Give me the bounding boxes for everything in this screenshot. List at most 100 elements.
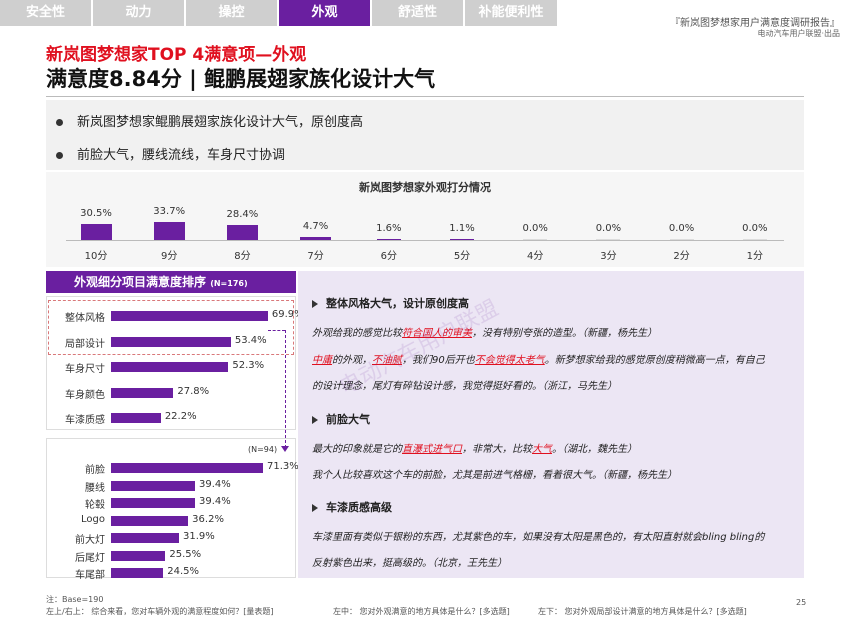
rank-value-label: 39.4% (198, 478, 231, 490)
bullet-item: 前脸大气，腰线流线，车身尺寸协调 (56, 144, 285, 163)
rank-category-label: 腰线 (85, 482, 105, 494)
quote-heading: 车漆质感高级 (312, 499, 392, 515)
tab-comfort[interactable]: 舒适性 (372, 0, 463, 26)
rank-bar (111, 463, 263, 473)
bullet-item: 新岚图梦想家鲲鹏展翅家族化设计大气，原创度高 (56, 111, 363, 130)
dist-value-label: 1.6% (376, 223, 402, 234)
ranking-n: (N=176) (210, 279, 248, 288)
dist-category-label: 8分 (234, 251, 251, 262)
rank-category-label: 车尾部 (75, 570, 105, 581)
summary-bullets: 新岚图梦想家鲲鹏展翅家族化设计大气，原创度高 前脸大气，腰线流线，车身尺寸协调 (46, 100, 804, 170)
quote-text: 我个人比较喜欢这个车的前脸，尤其是前进气格栅，看着很大气。（新疆，杨先生） (312, 470, 677, 481)
footnote-q2: 左中： 您对外观满意的地方具体是什么？[多选题] (333, 607, 510, 616)
dist-category-label: 9分 (161, 251, 178, 262)
rank-category-label: 车身颜色 (65, 389, 105, 401)
rank-category-label: 前脸 (85, 465, 105, 476)
dist-bar (300, 237, 332, 240)
quote-text: 外观给我的感觉比较符合国人的审美，没有特别夸张的造型。（新疆，杨先生） (312, 328, 657, 339)
dist-category-label: 6分 (380, 251, 397, 262)
sub-ranking-chart: 前脸 71.3% 腰线 39.4% 轮毂 39.4% Logo 36.2% 前大灯 31.9% 后尾… (46, 438, 299, 581)
rank-value-label: 22.2% (164, 411, 197, 422)
rank-value-label: 71.3% (267, 461, 299, 472)
ranking-header: 外观细分项目满意度排序 (N=176) (46, 271, 296, 293)
chart-title: 新岚图梦想家外观打分情况 (359, 181, 491, 194)
rank-category-label: 车漆质感 (65, 415, 105, 426)
rank-bar (111, 515, 189, 526)
dist-bar (450, 239, 474, 240)
dist-category-label: 3分 (600, 251, 617, 262)
dist-value-label: 0.0% (522, 223, 548, 234)
dist-bar (669, 239, 694, 240)
rank-category-label: 前大灯 (75, 535, 105, 546)
rank-value-label: 25.5% (169, 548, 202, 560)
headline-main: 满意度8.84分 | 鲲鹏展翅家族化设计大气 (46, 67, 436, 91)
quote-text: 最大的印象就是它的直瀑式进气口，非常大，比较大气。（湖北，魏先生） (312, 444, 637, 455)
tab-power[interactable]: 动力 (93, 0, 184, 26)
dist-category-label: 1分 (746, 251, 763, 262)
dist-value-label: 0.0% (595, 223, 622, 234)
dist-value-label: 0.0% (742, 223, 768, 234)
score-distribution-chart: 新岚图梦想家外观打分情况 30.5% 10分 33.7% 9分 28.4% 8分 4.7% 7… (46, 172, 804, 267)
footnote-q3: 左下： 您对外观局部设计满意的地方具体是什么？[多选题] (538, 607, 747, 616)
triangle-right-icon (312, 504, 318, 512)
dist-bar (226, 224, 258, 240)
bullet-text: 新岚图梦想家鲲鹏展翅家族化设计大气，原创度高 (77, 115, 364, 130)
headline-top: 新岚图梦想家TOP 4满意项—外观 (46, 45, 307, 65)
rank-value-label: 36.2% (192, 513, 224, 525)
sub-ranking-n: (N=94) (248, 445, 278, 454)
dist-value-label: 33.7% (153, 206, 186, 217)
triangle-right-icon (312, 300, 318, 308)
connector-line (285, 330, 286, 448)
dist-category-label: 5分 (453, 251, 471, 262)
rank-value-label: 27.8% (177, 385, 210, 397)
arrow-down-icon (281, 446, 289, 452)
tab-handling[interactable]: 操控 (186, 0, 277, 26)
bullet-text: 前脸大气，腰线流线，车身尺寸协调 (77, 148, 286, 163)
page-number: 25 (796, 598, 807, 607)
rank-value-label: 31.9% (183, 531, 215, 542)
rank-category-label: Logo (81, 513, 105, 525)
footnote-q1: 左上/右上： 综合来看，您对车辆外观的满意程度如何？[量表题] (46, 607, 274, 616)
footnote-base: 注：Base=190 (46, 595, 104, 604)
report-subtitle: 电动汽车用户联盟·出品 (757, 29, 840, 38)
dist-bar (376, 239, 401, 240)
rank-bar (111, 387, 174, 398)
rank-value-label: 39.4% (198, 496, 231, 507)
dist-bar (80, 223, 112, 240)
quote-text: 车漆里面有类似于银粉的东西，尤其紫色的车，如果没有太阳是黑色的，有太阳直射就会b… (312, 532, 765, 543)
dist-bar (523, 239, 548, 240)
quote-heading: 前脸大气 (312, 411, 370, 427)
tab-charging[interactable]: 补能便利性 (465, 0, 557, 26)
rank-value-label: 52.3% (232, 360, 265, 371)
rank-category-label: 后尾灯 (75, 552, 105, 564)
rank-bar (111, 533, 179, 543)
dist-category-label: 2分 (673, 251, 690, 262)
category-tabs: 安全性 动力 操控 外观 舒适性 补能便利性 (0, 0, 559, 26)
rank-bar (111, 413, 161, 423)
rank-bar (111, 480, 195, 491)
ranking-title: 外观细分项目满意度排序 (74, 275, 207, 289)
tab-safety[interactable]: 安全性 (0, 0, 91, 26)
user-quotes: 整体风格大气，设计原创度高 外观给我的感觉比较符合国人的审美，没有特别夸张的造型… (298, 271, 804, 578)
bullet-dot-icon (56, 119, 63, 126)
triangle-right-icon (312, 416, 318, 424)
dist-bar (742, 239, 767, 240)
dist-value-label: 4.7% (302, 221, 329, 233)
quote-heading: 整体风格大气，设计原创度高 (312, 295, 469, 311)
divider (46, 96, 804, 97)
report-title: 『新岚图梦想家用户满意度调研报告』 (670, 18, 840, 29)
dist-category-label: 10分 (84, 251, 108, 262)
bullet-dot-icon (56, 152, 63, 159)
rank-value-label: 24.5% (167, 566, 199, 577)
dist-value-label: 0.0% (668, 223, 695, 234)
tab-exterior[interactable]: 外观 (279, 0, 370, 26)
rank-bar (111, 498, 195, 508)
dist-category-label: 4分 (527, 251, 544, 262)
rank-bar (111, 550, 166, 561)
connector-line (268, 330, 285, 331)
quote-text: 反射紫色出来，挺高级的。（北京，王先生） (312, 558, 507, 569)
dist-value-label: 1.1% (449, 223, 475, 234)
rank-bar (111, 362, 229, 372)
rank-bar (111, 568, 164, 578)
rank-category-label: 轮毂 (85, 500, 105, 511)
